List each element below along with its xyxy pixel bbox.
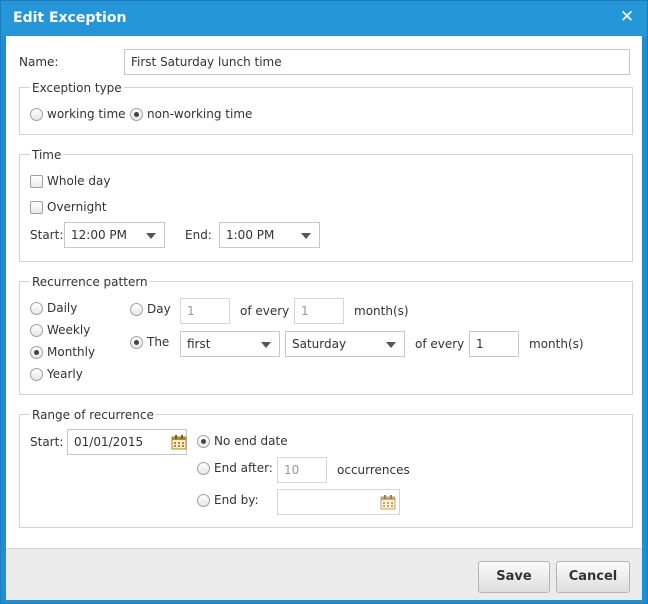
time-start-value: 12:00 PM — [71, 228, 127, 242]
ordinal-select[interactable]: first — [180, 331, 280, 357]
dialog-body: Name: First Saturday lunch time Exceptio… — [6, 36, 642, 548]
save-button[interactable]: Save — [478, 561, 550, 593]
chevron-down-icon — [386, 342, 396, 348]
time-end-value: 1:00 PM — [226, 228, 275, 242]
time-start-label: Start: — [30, 228, 64, 242]
calendar-icon[interactable] — [171, 434, 187, 450]
end-after-radio[interactable] — [197, 462, 210, 475]
overnight-label[interactable]: Overnight — [47, 199, 107, 215]
weekday-select[interactable]: Saturday — [285, 331, 405, 357]
chevron-down-icon — [301, 233, 311, 239]
cancel-button[interactable]: Cancel — [556, 561, 630, 593]
weekly-label[interactable]: Weekly — [47, 322, 90, 338]
non-working-time-label[interactable]: non-working time — [147, 106, 252, 122]
range-start-date-value: 01/01/2015 — [74, 435, 144, 449]
daily-label[interactable]: Daily — [47, 300, 77, 316]
exception-type-legend: Exception type — [30, 80, 124, 96]
ordinal-value: first — [187, 337, 211, 351]
name-input[interactable]: First Saturday lunch time — [124, 49, 630, 75]
range-start-label: Start: — [30, 435, 64, 449]
time-legend: Time — [30, 147, 64, 163]
end-by-radio[interactable] — [197, 494, 210, 507]
day-option-label[interactable]: Day — [147, 301, 171, 317]
weekly-radio[interactable] — [30, 324, 43, 337]
time-start-select[interactable]: 12:00 PM — [64, 222, 165, 248]
overnight-checkbox[interactable] — [30, 201, 43, 214]
non-working-time-radio[interactable] — [130, 108, 143, 121]
the-of-every-label: of every — [415, 337, 465, 351]
the-months-input[interactable]: 1 — [469, 331, 519, 357]
yearly-radio[interactable] — [30, 368, 43, 381]
dialog-footer: Save Cancel — [6, 548, 642, 600]
recurrence-pattern-legend: Recurrence pattern — [30, 274, 150, 290]
no-end-date-radio[interactable] — [197, 435, 210, 448]
the-months-label: month(s) — [529, 337, 584, 351]
day-option-radio[interactable] — [130, 303, 143, 316]
end-by-label[interactable]: End by: — [214, 492, 259, 508]
whole-day-checkbox[interactable] — [30, 175, 43, 188]
time-end-select[interactable]: 1:00 PM — [219, 222, 320, 248]
working-time-radio[interactable] — [30, 108, 43, 121]
edit-exception-dialog: Edit Exception ✕ Name: First Saturday lu… — [0, 0, 648, 604]
chevron-down-icon — [261, 342, 271, 348]
name-label: Name: — [19, 55, 59, 69]
chevron-down-icon — [146, 233, 156, 239]
day-number-input[interactable]: 1 — [180, 298, 230, 324]
close-icon[interactable]: ✕ — [617, 7, 637, 27]
range-of-recurrence-legend: Range of recurrence — [30, 407, 156, 423]
the-option-label[interactable]: The — [147, 334, 169, 350]
weekday-value: Saturday — [292, 337, 347, 351]
working-time-label[interactable]: working time — [47, 106, 126, 122]
no-end-date-label[interactable]: No end date — [214, 433, 288, 449]
day-of-every-label: of every — [240, 304, 290, 318]
calendar-icon[interactable] — [380, 494, 396, 510]
dialog-titlebar[interactable]: Edit Exception ✕ — [1, 1, 647, 36]
occurrences-label: occurrences — [337, 463, 410, 477]
yearly-label[interactable]: Yearly — [47, 366, 83, 382]
day-months-input[interactable]: 1 — [294, 298, 344, 324]
whole-day-label[interactable]: Whole day — [47, 173, 110, 189]
range-start-date-input[interactable]: 01/01/2015 — [67, 429, 187, 455]
time-end-label: End: — [185, 228, 212, 242]
the-option-radio[interactable] — [130, 336, 143, 349]
end-after-occurrences-input[interactable]: 10 — [277, 457, 327, 483]
monthly-radio[interactable] — [30, 346, 43, 359]
monthly-label[interactable]: Monthly — [47, 344, 95, 360]
day-months-label: month(s) — [354, 304, 409, 318]
dialog-title: Edit Exception — [13, 10, 127, 26]
end-after-label[interactable]: End after: — [214, 460, 273, 476]
daily-radio[interactable] — [30, 302, 43, 315]
